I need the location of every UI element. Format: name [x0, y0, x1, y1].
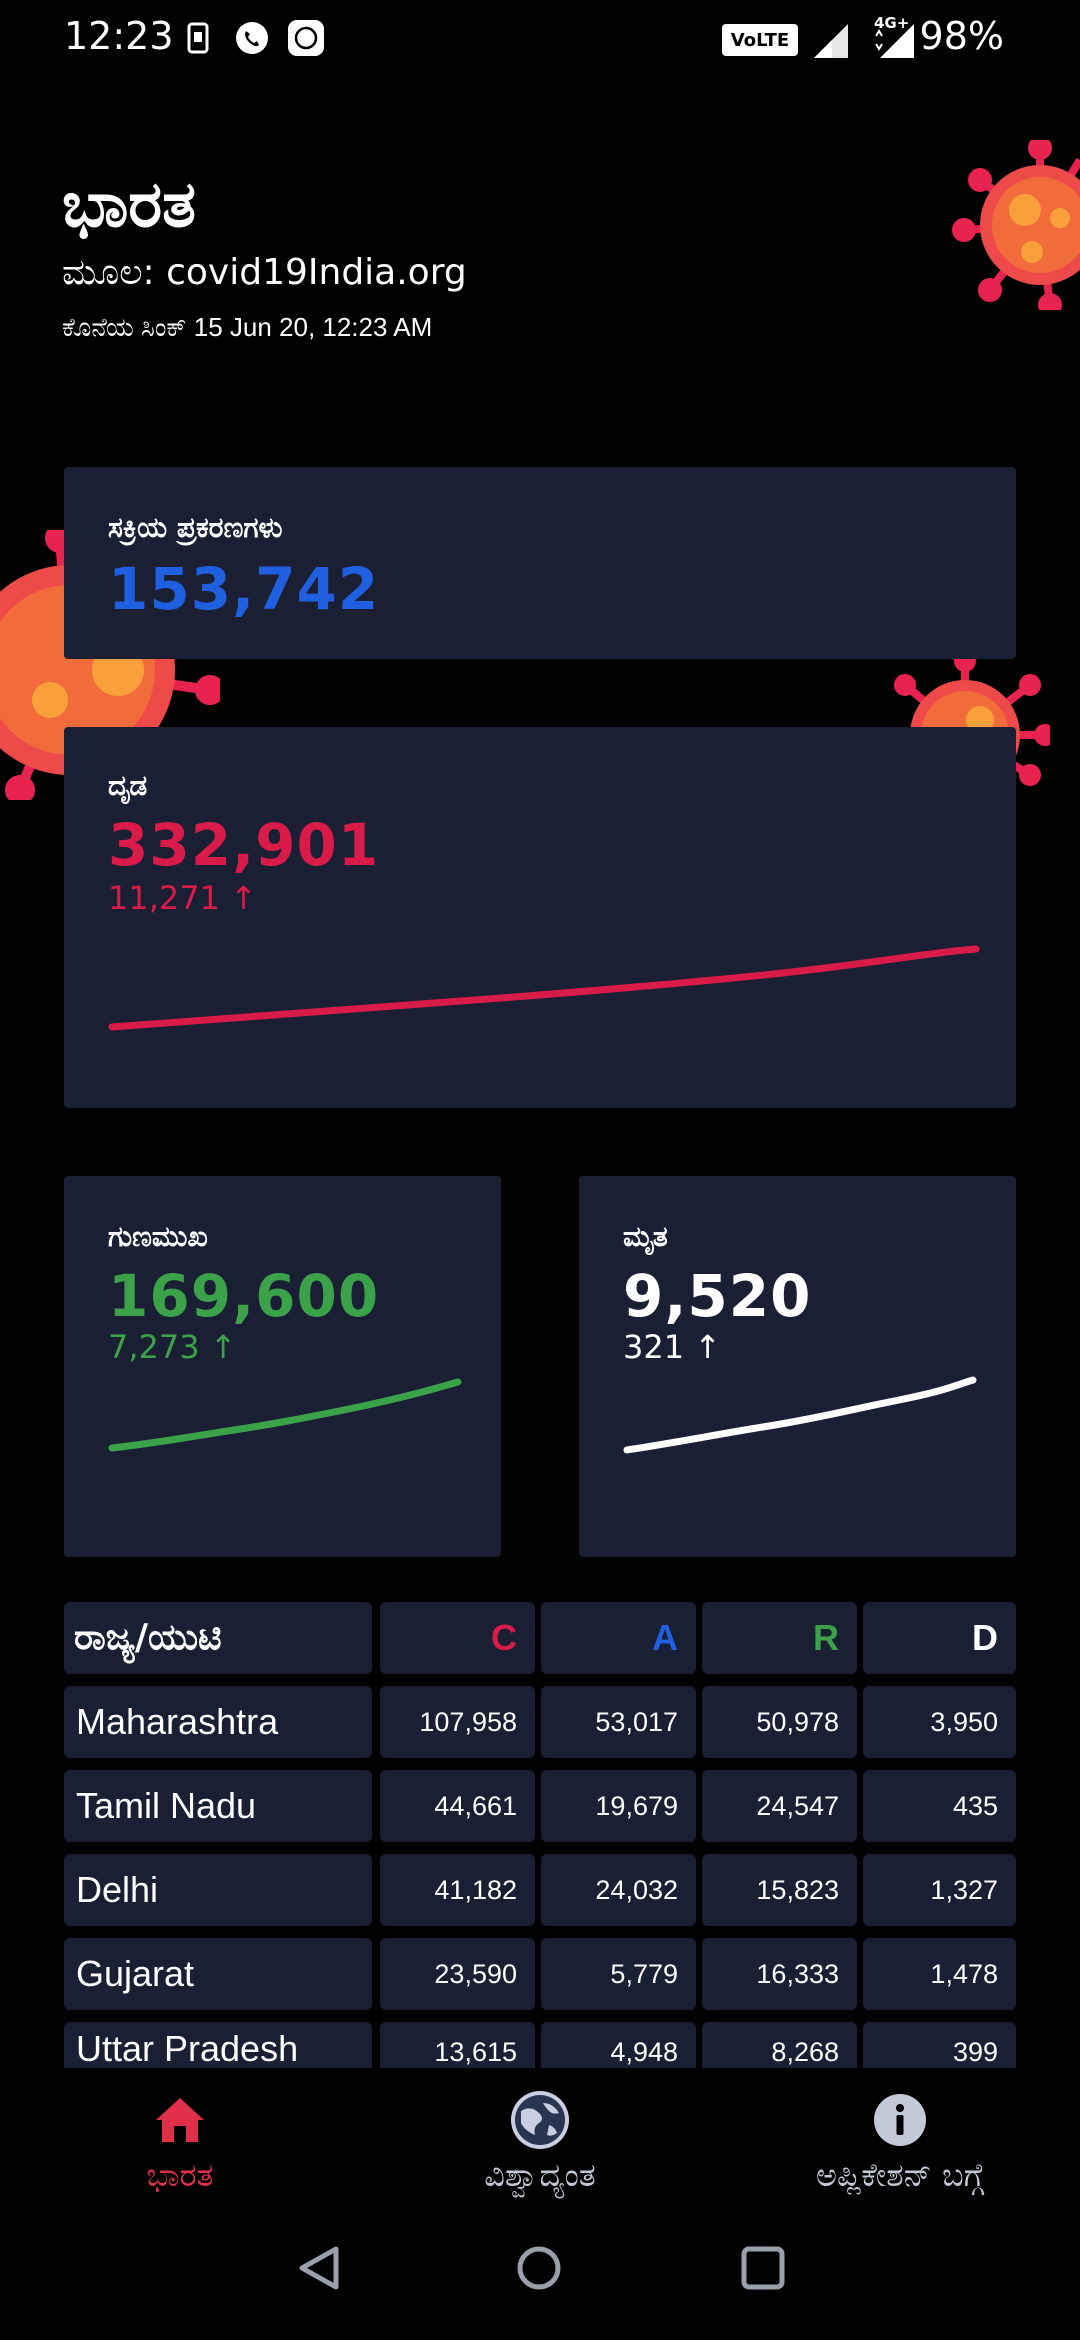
- signal-icon: [812, 22, 850, 64]
- sim-notification-icon: [178, 18, 218, 58]
- header-confirmed[interactable]: C: [380, 1602, 535, 1674]
- confirmed-count: 107,958: [380, 1686, 535, 1758]
- last-sync: ಕೊನೆಯ ಸಿಂಕ್ 15 Jun 20, 12:23 AM: [62, 312, 433, 342]
- confirmed-card: ದೃಡ 332,901 11,271 ↑: [64, 727, 1016, 1108]
- states-table[interactable]: ರಾಜ್ಯ/ಯುಟಿ C A R D Maharashtra 107,958 5…: [64, 1602, 1016, 2068]
- deceased-count: 435: [863, 1770, 1016, 1842]
- data-source: ಮೂಲ: covid19India.org: [62, 252, 467, 293]
- nav-home[interactable]: ಭಾರತ: [30, 2090, 330, 2195]
- battery-percent: 98%: [919, 14, 1004, 58]
- table-row[interactable]: Uttar Pradesh 13,615 4,948 8,268 399: [64, 2022, 1016, 2068]
- confirmed-count: 41,182: [380, 1854, 535, 1926]
- nav-about[interactable]: ಅಪ್ಲಿಕೇಶನ್ ಬಗ್ಗೆ: [750, 2090, 1050, 2195]
- active-cases-label: ಸಕ್ರಿಯ ಪ್ರಕರಣಗಳು: [108, 511, 283, 544]
- header-state[interactable]: ರಾಜ್ಯ/ಯುಟಿ: [64, 1602, 372, 1674]
- header-recovered[interactable]: R: [702, 1602, 857, 1674]
- table-row[interactable]: Delhi 41,182 24,032 15,823 1,327: [64, 1854, 1016, 1926]
- nav-home-label: ಭಾರತ: [146, 2156, 214, 2194]
- state-name: Delhi: [64, 1854, 372, 1926]
- deceased-label: ಮೃತ: [623, 1220, 668, 1253]
- mi-app-icon: [286, 18, 326, 58]
- deceased-count: 3,950: [863, 1686, 1016, 1758]
- status-bar: 12:23 VoLTE 4G+ 98%: [0, 0, 1080, 80]
- confirmed-label: ದೃಡ: [108, 769, 148, 802]
- state-name: Maharashtra: [64, 1686, 372, 1758]
- active-count: 24,032: [541, 1854, 696, 1926]
- state-name: Gujarat: [64, 1938, 372, 2010]
- back-button[interactable]: [296, 2245, 342, 2295]
- header-deceased[interactable]: D: [863, 1602, 1016, 1674]
- deceased-count: 1,327: [863, 1854, 1016, 1926]
- globe-icon: [390, 2090, 690, 2150]
- whatsapp-icon: [232, 18, 272, 58]
- state-name: Tamil Nadu: [64, 1770, 372, 1842]
- state-name: Uttar Pradesh: [64, 2022, 372, 2068]
- home-button[interactable]: [516, 2245, 562, 2295]
- recovered-count: 50,978: [702, 1686, 857, 1758]
- nav-world[interactable]: ವಿಶ್ವಾದ್ಯಂತ: [390, 2090, 690, 2195]
- confirmed-count: 23,590: [380, 1938, 535, 2010]
- recovered-trend-line: [108, 1378, 462, 1452]
- header-active[interactable]: A: [541, 1602, 696, 1674]
- recovered-count: 15,823: [702, 1854, 857, 1926]
- volte-badge: VoLTE: [722, 24, 798, 56]
- virus-illustration: [950, 136, 1080, 317]
- deceased-trend-line: [623, 1376, 977, 1454]
- table-row[interactable]: Gujarat 23,590 5,779 16,333 1,478: [64, 1938, 1016, 2010]
- recovered-count: 16,333: [702, 1938, 857, 2010]
- deceased-count: 1,478: [863, 1938, 1016, 2010]
- confirmed-value: 332,901: [108, 811, 380, 879]
- active-count: 19,679: [541, 1770, 696, 1842]
- recents-button[interactable]: [740, 2245, 786, 2295]
- table-row[interactable]: Maharashtra 107,958 53,017 50,978 3,950: [64, 1686, 1016, 1758]
- confirmed-trend-line: [108, 945, 980, 1031]
- recovered-count: 24,547: [702, 1770, 857, 1842]
- signal-4g-icon: [874, 22, 916, 64]
- table-row[interactable]: Tamil Nadu 44,661 19,679 24,547 435: [64, 1770, 1016, 1842]
- active-count: 5,779: [541, 1938, 696, 2010]
- nav-about-label: ಅಪ್ಲಿಕೇಶನ್ ಬಗ್ಗೆ: [815, 2156, 985, 2194]
- recovered-value: 169,600: [108, 1262, 380, 1330]
- home-icon: [30, 2090, 330, 2150]
- active-count: 4,948: [541, 2022, 696, 2068]
- confirmed-count: 44,661: [380, 1770, 535, 1842]
- recovered-label: ಗುಣಮುಖ: [108, 1220, 208, 1253]
- active-count: 53,017: [541, 1686, 696, 1758]
- table-header-row: ರಾಜ್ಯ/ಯುಟಿ C A R D: [64, 1602, 1016, 1674]
- info-icon: [750, 2090, 1050, 2150]
- active-cases-value: 153,742: [108, 555, 380, 623]
- nav-world-label: ವಿಶ್ವಾದ್ಯಂತ: [484, 2156, 596, 2194]
- deceased-value: 9,520: [623, 1262, 812, 1330]
- deceased-count: 399: [863, 2022, 1016, 2068]
- status-time: 12:23: [64, 14, 174, 58]
- active-cases-card: ಸಕ್ರಿಯ ಪ್ರಕರಣಗಳು 153,742: [64, 467, 1016, 659]
- recovered-card: ಗುಣಮುಖ 169,600 7,273 ↑: [64, 1176, 501, 1557]
- page-title: ಭಾರತ: [62, 168, 197, 242]
- confirmed-count: 13,615: [380, 2022, 535, 2068]
- deceased-card: ಮೃತ 9,520 321 ↑: [579, 1176, 1016, 1557]
- recovered-count: 8,268: [702, 2022, 857, 2068]
